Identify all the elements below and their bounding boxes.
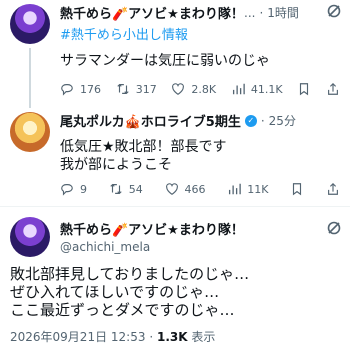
views-icon [232,83,245,95]
tweet-datetime[interactable]: 2026年09月21日 12:53 [10,330,145,344]
avatar[interactable] [10,112,50,152]
separator: · [259,5,264,20]
like-count: 466 [184,182,206,196]
share-icon [328,82,338,95]
retweet-count: 317 [135,82,157,96]
reply-icon [61,184,73,196]
share-button[interactable] [326,182,340,196]
reply-count: 176 [80,82,101,96]
avatar[interactable] [10,4,50,44]
ellipsis: ... [244,5,256,20]
author-name[interactable]: 熱千めら🧨アソビ★まわり隊！ [60,219,244,238]
avatar[interactable] [10,217,50,257]
retweet-button[interactable]: 54 [109,182,143,196]
reply-button[interactable]: 176 [60,82,101,96]
reply-button[interactable]: 9 [60,182,87,196]
retweet-icon [110,183,122,195]
author-handle[interactable]: @achichi_mela [60,240,150,254]
share-button[interactable] [326,82,340,96]
views-button[interactable]: 41.1K [231,82,283,96]
view-count: 1.3K [156,330,188,344]
author-name[interactable]: 熱千めら🧨アソビ★まわり隊！ [60,3,240,22]
grok-icon[interactable] [326,3,342,19]
thread-line [29,48,31,108]
author-name[interactable]: 尾丸ポルカ🎪ホロライブ5期生 [60,111,241,130]
tweet-1[interactable]: 熱千めら🧨アソビ★まわり隊！ ... · 1時間 #熱千めら小出し情報 サラマン… [0,0,350,108]
share-icon [328,182,338,195]
views-label: 表示 [191,330,216,344]
like-button[interactable]: 466 [165,182,206,196]
action-bar: 9 54 466 11K [60,182,340,196]
like-button[interactable]: 2.8K [171,82,216,96]
bookmark-button[interactable] [297,82,311,96]
heart-icon [172,83,185,95]
bookmark-icon [293,183,302,196]
reply-count: 9 [80,182,87,196]
grok-icon[interactable] [326,220,342,236]
verified-badge-icon: ✓ [244,114,257,127]
reply-icon [61,84,73,96]
view-count: 41.1K [250,82,283,96]
timestamp[interactable]: 1時間 [267,4,299,21]
like-count: 2.8K [191,82,217,96]
retweet-button[interactable]: 317 [116,82,157,96]
timestamp[interactable]: 25分 [269,112,296,129]
action-bar: 176 317 2.8K 41.1K [60,82,340,96]
heart-icon [165,183,178,195]
separator: · [149,330,154,344]
retweet-count: 54 [128,182,143,196]
tweet-3-focused[interactable]: 熱千めら🧨アソビ★まわり隊！ @achichi_mela 敗北部拝見しておりまし… [0,207,350,347]
hashtag-link[interactable]: #熱千めら小出し情報 [60,24,188,43]
views-button[interactable]: 11K [227,182,268,196]
tweet-text: サラマンダーは気圧に弱いのじゃ [60,53,270,69]
bookmark-icon [300,83,309,96]
tweet-footer: 2026年09月21日 12:53 · 1.3K 表示 [10,328,215,345]
tweet-2[interactable]: 尾丸ポルカ🎪ホロライブ5期生 ✓ · 25分 低気圧★敗北部！部長です 我が部に… [0,108,350,206]
tweet-text-line: ぜひ入れてほしいですのじゃ… [10,283,220,301]
view-count: 11K [247,182,269,196]
views-icon [229,183,242,195]
tweet-text-line: 我が部にようこそ [60,157,172,173]
tweet-text-line: ここ最近ずっとダメですのじゃ… [10,301,235,319]
bookmark-button[interactable] [290,182,304,196]
tweet-text-line: 敗北部拝見しておりましたのじゃ… [10,265,250,283]
tweet-text-line: 低気圧★敗北部！部長です [60,139,227,155]
separator: · [260,113,265,128]
retweet-icon [117,83,129,95]
